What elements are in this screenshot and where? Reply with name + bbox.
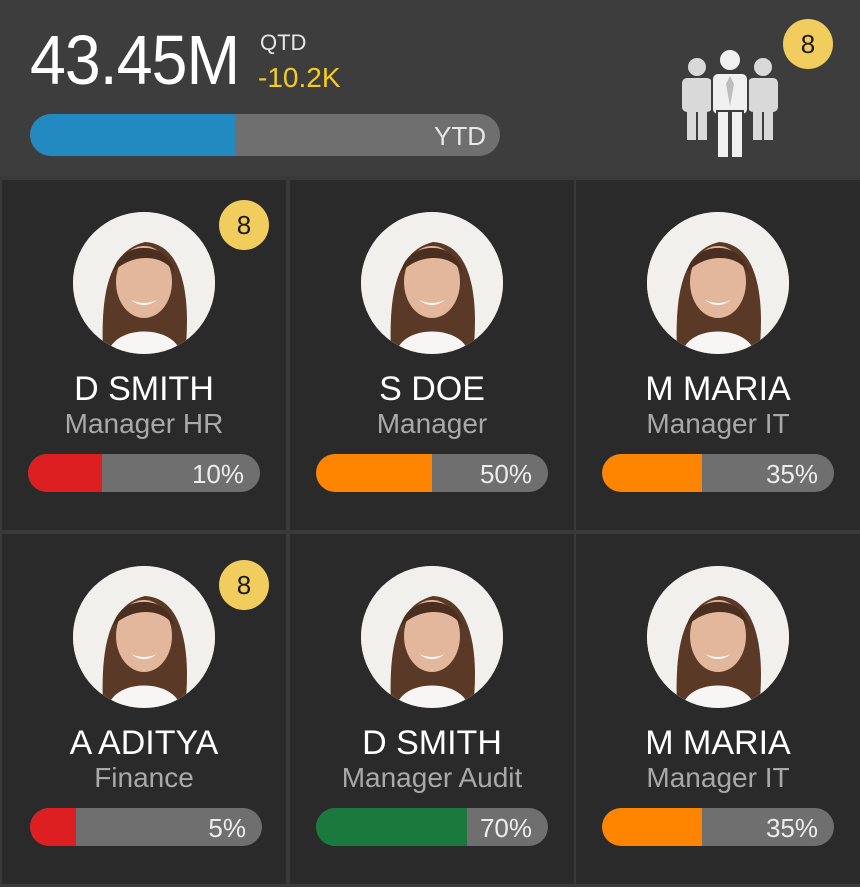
progress-fill xyxy=(316,808,467,846)
notification-badge: 8 xyxy=(219,560,269,610)
employee-name: S DOE xyxy=(379,370,485,408)
employee-name: D SMITH xyxy=(362,724,502,762)
avatar xyxy=(361,566,503,708)
employee-card[interactable]: 8 D SMITH Manager HR 10% xyxy=(2,180,286,530)
ytd-progress-bar: YTD xyxy=(30,114,500,156)
progress-fill xyxy=(316,454,432,492)
progress-fill xyxy=(30,808,77,846)
progress-label: 50% xyxy=(479,459,532,489)
progress-bar: 10% xyxy=(28,454,260,492)
employee-role: Finance xyxy=(94,762,194,793)
progress-label: 35% xyxy=(765,813,818,843)
ytd-label: YTD xyxy=(434,121,486,151)
people-group-icon xyxy=(682,48,778,159)
total-value: 43.45M xyxy=(30,21,240,99)
employee-name: M MARIA xyxy=(645,370,791,408)
qtd-delta: -10.2K xyxy=(258,62,341,93)
avatar xyxy=(361,212,503,354)
employee-card[interactable]: D SMITH Manager Audit 70% xyxy=(290,534,574,884)
employee-role: Manager xyxy=(376,408,488,439)
ytd-progress-fill xyxy=(30,114,235,156)
progress-label: 35% xyxy=(765,459,818,489)
progress-label: 70% xyxy=(479,813,532,843)
progress-label: 5% xyxy=(208,813,246,843)
avatar xyxy=(647,566,789,708)
progress-fill xyxy=(602,808,702,846)
progress-fill xyxy=(28,454,103,492)
notification-badge: 8 xyxy=(219,200,269,250)
progress-fill xyxy=(602,454,702,492)
employee-name: A ADITYA xyxy=(69,724,219,762)
employee-role: Manager IT xyxy=(646,762,790,793)
employee-role: Manager HR xyxy=(64,408,224,439)
employee-name: M MARIA xyxy=(645,724,791,762)
employee-card[interactable]: M MARIA Manager IT 35% xyxy=(576,534,860,884)
employee-role: Manager IT xyxy=(646,408,790,439)
progress-bar: 50% xyxy=(316,454,548,492)
progress-label: 10% xyxy=(191,459,244,489)
employee-name: D SMITH xyxy=(74,370,214,408)
progress-bar: 35% xyxy=(602,454,834,492)
employee-card[interactable]: M MARIA Manager IT 35% xyxy=(576,180,860,530)
employee-role: Manager Audit xyxy=(341,762,523,793)
employee-card[interactable]: S DOE Manager 50% xyxy=(290,180,574,530)
progress-bar: 70% xyxy=(316,808,548,846)
avatar xyxy=(73,566,215,708)
qtd-label: QTD xyxy=(260,30,307,55)
progress-bar: 35% xyxy=(602,808,834,846)
avatar xyxy=(73,212,215,354)
progress-bar: 5% xyxy=(30,808,262,846)
team-count-badge: 8 xyxy=(783,19,833,69)
avatar xyxy=(647,212,789,354)
employee-card[interactable]: 8 A ADITYA Finance 5% xyxy=(2,534,286,884)
summary-header: 43.45M QTD -10.2K YTD 8 xyxy=(0,0,860,176)
